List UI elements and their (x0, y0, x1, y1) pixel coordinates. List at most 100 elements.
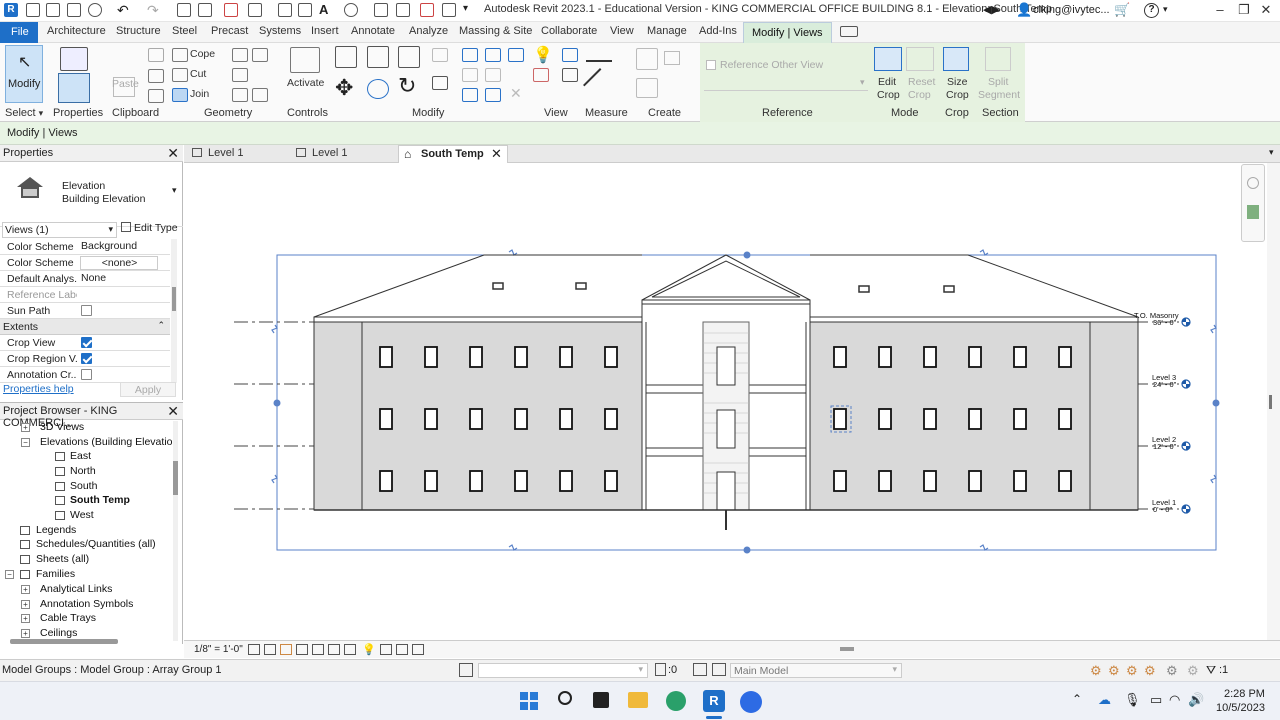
copy-clipboard-icon[interactable] (148, 69, 164, 83)
window[interactable] (559, 346, 573, 368)
split-face-icon[interactable] (252, 48, 268, 62)
window[interactable] (833, 346, 847, 368)
property-value[interactable] (80, 288, 158, 302)
tree-item[interactable]: Ceilings (40, 627, 77, 639)
expand-icon[interactable]: + (21, 629, 30, 638)
task-view-icon[interactable] (593, 692, 609, 708)
reveal-constraints-icon[interactable] (412, 644, 424, 655)
zoom-icon[interactable] (1247, 205, 1259, 219)
tag-icon[interactable] (224, 3, 238, 17)
window[interactable] (424, 408, 438, 430)
print-icon[interactable] (177, 3, 191, 17)
paste-label[interactable]: Paste (112, 78, 139, 90)
window[interactable] (1013, 470, 1027, 492)
home-icon[interactable] (26, 3, 40, 17)
design-option-dropdown[interactable]: Main Model ▾ (730, 663, 902, 678)
window[interactable] (604, 470, 618, 492)
activate-label[interactable]: Activate (287, 77, 324, 89)
3d-view-icon[interactable] (344, 3, 358, 17)
window[interactable] (469, 408, 483, 430)
elevation-drawing[interactable]: T.O. Masonry36' - 0"Level 324' - 0"Level… (184, 163, 1267, 640)
window[interactable] (379, 470, 393, 492)
type-selector[interactable]: Elevation Building Elevation ▾ (0, 163, 183, 227)
switch-windows-icon[interactable] (442, 3, 456, 17)
size-crop-label-1[interactable]: Size (947, 76, 967, 88)
select-by-face-icon[interactable]: ⚙ (1144, 663, 1156, 679)
chevron-up-icon[interactable]: ⌃ (1072, 692, 1082, 706)
select-pinned-icon[interactable]: ⚙ (1126, 663, 1138, 679)
reference-other-view-checkbox[interactable] (706, 60, 716, 70)
background-processes-icon[interactable]: ⚙ (1187, 663, 1199, 679)
browser-scrollbar[interactable] (173, 421, 178, 641)
window[interactable] (559, 470, 573, 492)
tab-annotate[interactable]: Annotate (351, 25, 395, 37)
extents-group[interactable]: Extents ⌃ (0, 319, 170, 335)
cloud-icon[interactable]: ☁ (1098, 692, 1111, 708)
demolish-icon[interactable] (232, 68, 248, 82)
hide-icon[interactable] (562, 48, 578, 62)
tab-modify-views[interactable]: Modify | Views (743, 22, 832, 43)
tree-item[interactable]: North (70, 465, 96, 477)
undo-icon[interactable]: ↶ (117, 2, 129, 19)
activate-icon[interactable] (290, 47, 320, 73)
steering-wheel-icon[interactable] (1247, 177, 1259, 189)
select-links-icon[interactable]: ⚙ (1090, 663, 1102, 679)
tree-item[interactable]: Annotation Symbols (40, 598, 133, 610)
help-dropdown-icon[interactable]: ▾ (1163, 4, 1168, 15)
tree-item-selected[interactable]: South Temp (70, 494, 130, 506)
minimize-button[interactable]: – (1208, 2, 1232, 20)
windows-start-icon[interactable] (520, 692, 538, 710)
tree-item[interactable]: Legends (36, 524, 76, 536)
clock-time[interactable]: 2:28 PM (1224, 688, 1265, 700)
expand-icon[interactable]: + (21, 585, 30, 594)
window[interactable] (833, 408, 847, 430)
text-icon[interactable]: A (319, 2, 328, 17)
window[interactable] (968, 470, 982, 492)
expand-icon[interactable]: + (21, 600, 30, 609)
edit-crop-label-2[interactable]: Crop (877, 89, 900, 101)
microphone-icon[interactable]: 🎙 (1124, 692, 1141, 708)
select-underlay-icon[interactable]: ⚙ (1108, 663, 1120, 679)
zoom-app-icon[interactable] (740, 691, 762, 713)
window[interactable] (379, 346, 393, 368)
cope-icon[interactable] (172, 48, 188, 62)
panel-select[interactable]: Select ▾ (5, 107, 43, 119)
window[interactable] (469, 470, 483, 492)
edit-crop-icon[interactable] (874, 47, 902, 71)
file-explorer-icon[interactable] (628, 692, 648, 708)
workset-dropdown[interactable]: ▾ (478, 663, 648, 678)
size-crop-label-2[interactable]: Crop (946, 89, 969, 101)
tab-analyze[interactable]: Analyze (409, 25, 448, 37)
collapse-tree-icon[interactable]: − (5, 570, 14, 579)
tab-structure[interactable]: Structure (116, 25, 161, 37)
tree-item[interactable]: Analytical Links (40, 583, 112, 595)
help-icon[interactable]: ? (1144, 3, 1159, 18)
instance-selector[interactable]: Views (1) ▾ (2, 222, 117, 238)
window[interactable] (878, 470, 892, 492)
tree-item[interactable]: Sheets (all) (36, 553, 89, 565)
view-tab[interactable]: Level 1 (192, 147, 243, 159)
window[interactable] (1013, 346, 1027, 368)
volume-icon[interactable]: 🔊 (1188, 692, 1204, 708)
worksharing-icon[interactable] (396, 644, 408, 655)
level-elevation[interactable]: 12' - 0" (1153, 442, 1177, 451)
contextual-dropdown-icon[interactable] (840, 26, 858, 37)
tree-item[interactable]: West (70, 509, 94, 521)
sun-path-checkbox[interactable] (81, 305, 92, 316)
close-button[interactable]: ✕ (1254, 2, 1278, 20)
align-tool-icon[interactable] (335, 46, 357, 68)
property-row[interactable]: Default Analys... None (0, 271, 170, 287)
window[interactable] (1058, 408, 1072, 430)
linework-icon[interactable] (533, 68, 549, 82)
window[interactable] (469, 346, 483, 368)
remove-paint-icon[interactable] (252, 88, 268, 102)
cope-label[interactable]: Cope (190, 48, 215, 60)
show-rendering-icon[interactable] (312, 644, 324, 655)
tab-steel[interactable]: Steel (172, 25, 197, 37)
tree-item[interactable]: Cable Trays (40, 612, 96, 624)
window[interactable] (878, 346, 892, 368)
crop-view-icon[interactable] (328, 644, 340, 655)
window[interactable] (424, 346, 438, 368)
property-row[interactable]: Color Scheme <none> (0, 255, 170, 271)
close-hidden-icon[interactable] (420, 3, 434, 17)
